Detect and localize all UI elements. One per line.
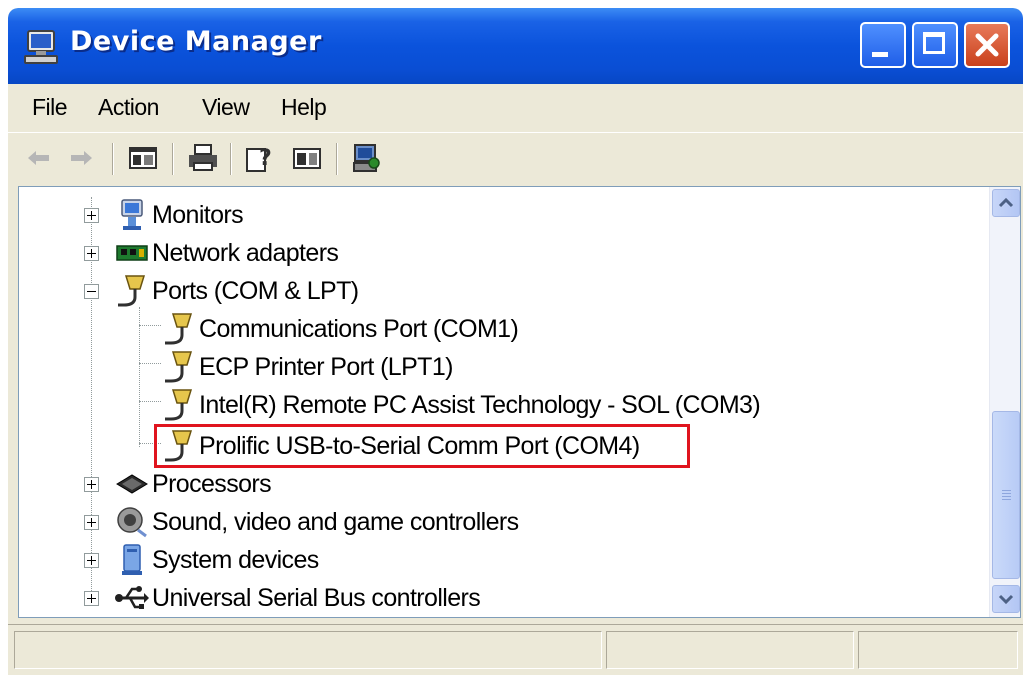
tree-item-monitors[interactable]: Monitors [19,197,979,233]
usb-icon [115,586,149,609]
computer-icon [24,30,58,64]
port-connector-icon [165,313,193,345]
tree-item-label: System devices [152,546,319,574]
expand-plus-icon[interactable] [84,553,99,568]
title-bar[interactable]: Device Manager [8,8,1023,84]
port-connector-icon [165,351,193,383]
tree-item-label: Network adapters [152,239,339,267]
toolbar-separator [336,143,338,175]
tree-item-processors[interactable]: Processors [19,466,979,502]
expand-plus-icon[interactable] [84,477,99,492]
grip-line [1002,496,1011,497]
highlight-box [154,424,690,468]
grip-line [1002,493,1011,494]
expand-plus-icon[interactable] [84,208,99,223]
processor-icon [116,474,148,494]
tree-item-system-devices[interactable]: System devices [19,542,979,578]
show-hide-console-tree-icon[interactable] [126,141,160,175]
scroll-down-button[interactable] [992,585,1020,613]
scroll-up-button[interactable] [992,189,1020,217]
port-connector-icon [118,275,146,307]
menu-bar: File Action View Help [8,86,1023,130]
toolbar: ? [8,132,1023,185]
chevron-down-icon [998,594,1014,605]
tree-item-label: ECP Printer Port (LPT1) [199,353,453,381]
device-tree[interactable]: Monitors Network adapters Ports (COM & L… [18,186,1021,618]
status-bar [8,624,1023,675]
network-card-icon [116,245,148,261]
menu-action[interactable]: Action [98,94,159,121]
grip-line [1002,499,1011,500]
tree-item-label: Universal Serial Bus controllers [152,584,481,612]
tree-item-usb[interactable]: Universal Serial Bus controllers [19,580,979,616]
tree-item-com1[interactable]: Communications Port (COM1) [19,311,979,347]
tree-item-label: Processors [152,470,272,498]
back-arrow-icon[interactable] [22,141,56,175]
expand-plus-icon[interactable] [84,591,99,606]
svg-text:?: ? [259,146,272,171]
expand-plus-icon[interactable] [84,515,99,530]
tree-item-network-adapters[interactable]: Network adapters [19,235,979,271]
collapse-minus-icon[interactable] [84,284,99,299]
tree-item-lpt1[interactable]: ECP Printer Port (LPT1) [19,349,979,385]
scroll-thumb[interactable] [992,411,1020,579]
maximize-icon[interactable] [912,22,958,68]
device-manager-window: Device Manager File Action View Help ? M… [8,8,1023,675]
tree-item-ports[interactable]: Ports (COM & LPT) [19,273,979,309]
scan-hardware-icon[interactable] [350,141,384,175]
toolbar-separator [172,143,174,175]
menu-help[interactable]: Help [281,94,327,121]
tree-item-sound[interactable]: Sound, video and game controllers [19,504,979,540]
tree-item-label: Communications Port (COM1) [199,315,519,343]
system-computer-icon [122,544,142,575]
vertical-scrollbar[interactable] [989,187,1020,617]
close-icon[interactable] [964,22,1010,68]
tree-item-label: Sound, video and game controllers [152,508,519,536]
print-icon[interactable] [186,141,220,175]
menu-file[interactable]: File [32,94,68,121]
status-panel [858,631,1018,669]
monitor-icon [121,199,143,230]
chevron-up-icon [998,197,1014,208]
tree-item-label: Monitors [152,201,244,229]
window-title: Device Manager [70,26,322,57]
speaker-icon [117,507,147,538]
status-panel [606,631,854,669]
status-panel [14,631,602,669]
help-icon[interactable]: ? [244,141,278,175]
tree-item-com3[interactable]: Intel(R) Remote PC Assist Technology - S… [19,387,979,423]
menu-view[interactable]: View [202,94,250,121]
toolbar-separator [230,143,232,175]
grip-line [1002,490,1011,491]
tree-item-label: Ports (COM & LPT) [152,277,359,305]
forward-arrow-icon[interactable] [64,141,98,175]
expand-plus-icon[interactable] [84,246,99,261]
toolbar-separator [112,143,114,175]
properties-icon[interactable] [290,141,324,175]
minimize-icon[interactable] [860,22,906,68]
port-connector-icon [165,389,193,421]
tree-item-label: Intel(R) Remote PC Assist Technology - S… [199,391,761,419]
